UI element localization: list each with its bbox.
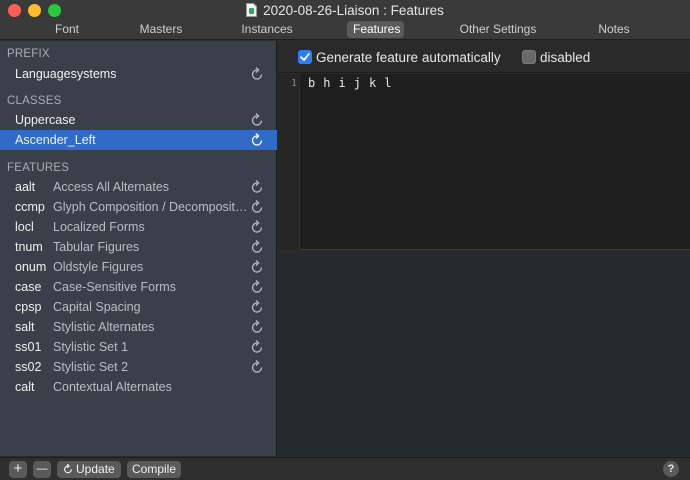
compile-button[interactable]: Compile <box>127 461 181 478</box>
generate-automatically-checkbox[interactable] <box>298 50 312 64</box>
feature-description: Contextual Alternates <box>53 380 172 394</box>
refresh-icon[interactable] <box>250 112 264 128</box>
feature-description: Oldstyle Figures <box>53 260 144 274</box>
feature-row-ccmp[interactable]: ccmp Glyph Composition / Decomposition <box>0 197 277 217</box>
feature-description: Stylistic Set 1 <box>53 340 129 354</box>
refresh-icon[interactable] <box>250 239 264 255</box>
tab-bar: Font Masters Instances Features Other Se… <box>0 20 690 39</box>
line-number: 1 <box>290 78 297 89</box>
feature-description: Stylistic Set 2 <box>53 360 129 374</box>
tab-features[interactable]: Features <box>347 21 404 38</box>
tab-other-settings[interactable]: Other Settings <box>452 21 544 38</box>
feature-row-calt[interactable]: calt Contextual Alternates <box>0 377 277 397</box>
feature-options-bar: Generate feature automatically disabled <box>278 41 690 73</box>
refresh-icon[interactable] <box>250 179 264 195</box>
feature-description: Localized Forms <box>53 220 145 234</box>
document-icon <box>246 3 258 17</box>
update-button-label: Update <box>76 462 115 476</box>
refresh-icon[interactable] <box>250 359 264 375</box>
feature-row-onum[interactable]: onum Oldstyle Figures <box>0 257 277 277</box>
feature-tag: salt <box>15 320 35 334</box>
code-editor[interactable]: 1 b h i j k l <box>278 74 690 250</box>
feature-tag: onum <box>15 260 47 274</box>
refresh-icon <box>64 463 72 474</box>
section-header-prefix: PREFIX <box>7 48 50 60</box>
sidebar-item-label: Ascender_Left <box>15 133 96 147</box>
feature-row-ss02[interactable]: ss02 Stylistic Set 2 <box>0 357 277 377</box>
feature-row-ss01[interactable]: ss01 Stylistic Set 1 <box>0 337 277 357</box>
feature-row-case[interactable]: case Case-Sensitive Forms <box>0 277 277 297</box>
feature-tag: locl <box>15 220 34 234</box>
window-title-text: 2020-08-26-Liaison : Features <box>263 3 444 18</box>
section-header-features: FEATURES <box>7 162 70 174</box>
help-button[interactable]: ? <box>663 461 679 477</box>
feature-tag: ss01 <box>15 340 42 354</box>
refresh-icon[interactable] <box>250 259 264 275</box>
section-header-classes: CLASSES <box>7 95 62 107</box>
disabled-label[interactable]: disabled <box>540 50 590 66</box>
window-title: 2020-08-26-Liaison : Features <box>0 2 690 20</box>
generate-automatically-label[interactable]: Generate feature automatically <box>316 50 501 66</box>
sidebar-item-label: Languagesystems <box>15 67 117 81</box>
feature-description: Capital Spacing <box>53 300 141 314</box>
feature-description: Stylistic Alternates <box>53 320 155 334</box>
tab-notes[interactable]: Notes <box>590 21 638 38</box>
lower-pane <box>278 251 690 456</box>
title-bar: 2020-08-26-Liaison : Features Font Maste… <box>0 0 690 40</box>
sidebar-item-languagesystems[interactable]: Languagesystems <box>0 64 277 84</box>
feature-tag: cpsp <box>15 300 42 314</box>
feature-row-cpsp[interactable]: cpsp Capital Spacing <box>0 297 277 317</box>
sidebar-item-ascender-left[interactable]: Ascender_Left <box>0 130 277 150</box>
feature-row-tnum[interactable]: tnum Tabular Figures <box>0 237 277 257</box>
tab-instances[interactable]: Instances <box>234 21 300 38</box>
tab-font[interactable]: Font <box>45 21 89 38</box>
refresh-icon[interactable] <box>250 219 264 235</box>
feature-tag: ss02 <box>15 360 42 374</box>
feature-description: Tabular Figures <box>53 240 140 254</box>
feature-description: Case-Sensitive Forms <box>53 280 176 294</box>
feature-description: Glyph Composition / Decomposition <box>53 200 249 214</box>
refresh-icon[interactable] <box>250 66 264 82</box>
feature-row-aalt[interactable]: aalt Access All Alternates <box>0 177 277 197</box>
bottom-toolbar: + — Update Compile ? <box>0 457 690 480</box>
refresh-icon[interactable] <box>250 279 264 295</box>
feature-tag: tnum <box>15 240 43 254</box>
checkmark-icon <box>300 52 310 61</box>
refresh-icon[interactable] <box>250 199 264 215</box>
feature-description: Access All Alternates <box>53 180 170 194</box>
line-number-gutter: 1 <box>278 74 300 250</box>
refresh-icon[interactable] <box>250 132 264 148</box>
sidebar-item-uppercase[interactable]: Uppercase <box>0 110 277 130</box>
refresh-icon[interactable] <box>250 299 264 315</box>
remove-button[interactable]: — <box>33 461 51 478</box>
feature-tag: ccmp <box>15 200 45 214</box>
feature-tag: calt <box>15 380 35 394</box>
sidebar: PREFIX Languagesystems CLASSES Uppercase… <box>0 41 277 456</box>
refresh-icon[interactable] <box>250 319 264 335</box>
sidebar-item-label: Uppercase <box>15 113 76 127</box>
feature-tag: aalt <box>15 180 36 194</box>
update-button[interactable]: Update <box>57 461 121 478</box>
feature-tag: case <box>15 280 42 294</box>
add-button[interactable]: + <box>9 461 27 478</box>
code-line[interactable]: b h i j k l <box>308 76 392 90</box>
feature-row-locl[interactable]: locl Localized Forms <box>0 217 277 237</box>
tab-masters[interactable]: Masters <box>131 21 191 38</box>
disabled-checkbox[interactable] <box>522 50 536 64</box>
feature-row-salt[interactable]: salt Stylistic Alternates <box>0 317 277 337</box>
refresh-icon[interactable] <box>250 339 264 355</box>
